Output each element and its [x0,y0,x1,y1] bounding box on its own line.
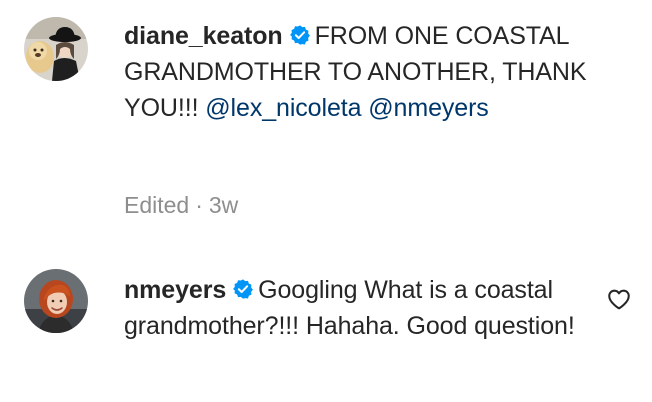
heart-outline-icon [608,289,630,310]
comment-username[interactable]: diane_keaton [124,22,283,50]
comment-timestamp[interactable]: 3w [209,192,238,218]
comment-username[interactable]: nmeyers [124,276,226,304]
comment-meta: Edited · 3w [124,189,238,221]
avatar[interactable] [24,269,88,333]
edited-label: Edited [124,192,190,218]
avatar[interactable] [24,17,88,81]
like-button[interactable] [606,286,632,312]
meta-separator: · [195,192,203,218]
verified-badge-icon [233,279,254,299]
avatar-image [24,269,88,333]
comment-body: diane_keaton FROM ONE COASTAL GRANDMOTHE… [124,18,624,126]
comment-body: nmeyers Googling What is a coastal grand… [124,272,584,344]
avatar-image [24,17,88,81]
mention-link[interactable]: @lex_nicoleta [205,94,361,122]
mention-link[interactable]: @nmeyers [368,94,489,122]
verified-badge-icon [289,25,310,45]
